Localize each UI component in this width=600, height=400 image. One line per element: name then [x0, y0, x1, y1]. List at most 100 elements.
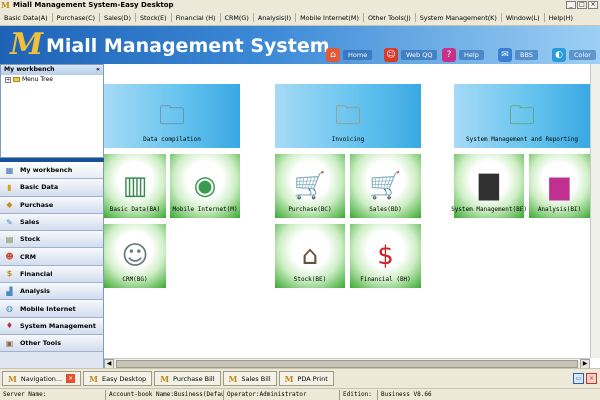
tree-item-menu-tree[interactable]: + Menu Tree [1, 75, 103, 84]
contacts-icon: ☺ [121, 241, 149, 271]
tile-purchase[interactable]: 🛒 Purchase(BC) [275, 154, 345, 218]
app-logo-icon: M [89, 373, 98, 384]
window-controls: _ □ × [566, 1, 598, 9]
window-title: Miall Management System-Easy Desktop [13, 1, 174, 9]
menu-window[interactable]: Window(L) [502, 14, 544, 22]
tab-navigation[interactable]: M Navigation... × [2, 371, 82, 386]
menu-bar: Basic Data(A) Purchase(C) Sales(D) Stock… [0, 10, 600, 26]
tab-purchase-bill[interactable]: M Purchase Bill [154, 371, 221, 386]
close-all-icon[interactable]: × [586, 373, 597, 384]
tab-label: Sales Bill [241, 374, 271, 383]
status-server-name: Server Name: [0, 389, 106, 400]
tile-sales[interactable]: 🛒 Sales(BD) [350, 154, 421, 218]
nav-item-label: Analysis [20, 287, 50, 296]
mobile-internet-icon: ◍ [6, 304, 13, 314]
qq-penguin-icon: ☺ [384, 48, 398, 62]
nav-item-label: My workbench [20, 166, 73, 175]
palette-icon: ◐ [552, 48, 566, 62]
crm-icon: ☻ [5, 252, 14, 262]
status-bar: Server Name: Account-book Name:Business(… [0, 388, 600, 400]
app-logo-icon: M [1, 0, 10, 10]
menu-purchase[interactable]: Purchase(C) [53, 14, 99, 22]
tile-system-management[interactable]: ▇ System Management(BE) [451, 154, 527, 218]
tile-label: Data compilation [143, 136, 201, 143]
tab-easy-desktop[interactable]: M Easy Desktop [83, 371, 153, 386]
data-compilation-folder-icon: 🗀 [158, 101, 185, 131]
money-safe-icon: $ [377, 241, 394, 271]
menu-crm[interactable]: CRM(G) [221, 14, 253, 22]
analysis-icon: ▟ [6, 286, 13, 296]
sales-icon: ✎ [6, 217, 13, 227]
menu-mobile-internet[interactable]: Mobile Internet(M) [296, 14, 363, 22]
title-bar: M Miall Management System-Easy Desktop _… [0, 0, 600, 10]
nav-item-label: Financial [20, 269, 53, 278]
scroll-thumb[interactable] [116, 360, 578, 368]
expand-icon[interactable]: + [5, 76, 11, 83]
tile-invoicing[interactable]: 🗀 Invoicing [275, 84, 421, 148]
nav-item-mobile-internet[interactable]: ◍ Mobile Internet [0, 300, 103, 318]
nav-item-analysis[interactable]: ▟ Analysis [0, 283, 103, 301]
menu-stock[interactable]: Stock(E) [136, 14, 171, 22]
tab-pda-print[interactable]: M PDA Print [278, 371, 334, 386]
tile-financial[interactable]: $ Financial (BH) [350, 224, 421, 288]
app-logo-icon: M [160, 373, 170, 384]
home-button[interactable]: ⌂ Home [326, 48, 373, 62]
app-name: Miall Management System [46, 35, 330, 57]
warehouse-icon: ⌂ [301, 241, 319, 271]
status-account-book: Account-book Name:Business(Defau) [106, 389, 224, 400]
nav-item-sales[interactable]: ✎ Sales [0, 213, 103, 232]
tile-data-compilation[interactable]: 🗀 Data compilation [104, 84, 240, 148]
nav-item-financial[interactable]: $ Financial [0, 265, 103, 284]
module-nav: ▦ My workbench ▮ Basic Data ◆ Purchase ✎… [0, 162, 104, 370]
tab-sales-bill[interactable]: M Sales Bill [222, 371, 277, 386]
menu-financial[interactable]: Financial (H) [172, 14, 220, 22]
bbs-icon: ✉ [498, 48, 512, 62]
web-qq-button[interactable]: ☺ Web QQ [384, 48, 438, 62]
collapse-icon[interactable]: « [96, 65, 100, 75]
tile-label: Mobile Internet(M) [172, 206, 238, 213]
tree-item-label: Menu Tree [22, 76, 53, 83]
menu-other-tools[interactable]: Other Tools(J) [364, 14, 415, 22]
nav-item-purchase[interactable]: ◆ Purchase [0, 196, 103, 214]
vertical-scrollbar[interactable] [590, 64, 600, 358]
nav-item-system-management[interactable]: ♦ System Management [0, 317, 103, 335]
server-icon: ▇ [479, 171, 499, 201]
tile-system-reporting[interactable]: 🗀 System Management and Reporting [454, 84, 590, 148]
workbench-title: My workbench [4, 66, 55, 73]
tile-basic-data[interactable]: ▥ Basic Data(BA) [104, 154, 166, 218]
tile-mobile-internet[interactable]: ◉ Mobile Internet(M) [170, 154, 240, 218]
menu-analysis[interactable]: Analysis(I) [254, 14, 295, 22]
binders-icon: ▥ [122, 171, 148, 201]
close-tab-icon[interactable]: × [66, 374, 76, 383]
help-label: Help [459, 50, 484, 60]
tile-stock[interactable]: ⌂ Stock(BE) [275, 224, 345, 288]
home-icon: ⌂ [326, 48, 340, 62]
basic-data-icon: ▮ [7, 182, 12, 192]
minimize-button[interactable]: _ [566, 1, 576, 9]
close-button[interactable]: × [588, 1, 598, 9]
tile-label: Purchase(BC) [288, 206, 332, 213]
restore-icon[interactable]: ▭ [573, 373, 584, 384]
tile-crm[interactable]: ☺ CRM(BG) [104, 224, 166, 288]
horizontal-scrollbar[interactable]: ◀ ▶ [104, 358, 590, 369]
menu-help[interactable]: Help(H) [545, 14, 577, 22]
tile-analysis[interactable]: ▆ Analysis(BI) [529, 154, 590, 218]
menu-sales[interactable]: Sales(D) [100, 14, 135, 22]
bbs-label: BBS [515, 50, 538, 60]
invoicing-folder-icon: 🗀 [334, 101, 361, 131]
color-button[interactable]: ◐ Color [552, 48, 596, 62]
nav-item-my-workbench[interactable]: ▦ My workbench [0, 162, 103, 180]
nav-item-crm[interactable]: ☻ CRM [0, 248, 103, 266]
bbs-button[interactable]: ✉ BBS [498, 48, 538, 62]
tile-label: System Management and Reporting [466, 136, 578, 143]
nav-item-stock[interactable]: ▤ Stock [0, 231, 103, 249]
menu-system-management[interactable]: System Management(K) [416, 14, 501, 22]
menu-basic-data[interactable]: Basic Data(A) [0, 14, 52, 22]
tab-label: Easy Desktop [101, 374, 147, 383]
help-button[interactable]: ? Help [442, 48, 484, 62]
nav-item-other-tools[interactable]: ▣ Other Tools [0, 334, 103, 353]
maximize-button[interactable]: □ [577, 1, 587, 9]
nav-item-basic-data[interactable]: ▮ Basic Data [0, 179, 103, 197]
nav-item-label: Mobile Internet [20, 304, 76, 313]
tab-label: Navigation... [20, 374, 63, 383]
